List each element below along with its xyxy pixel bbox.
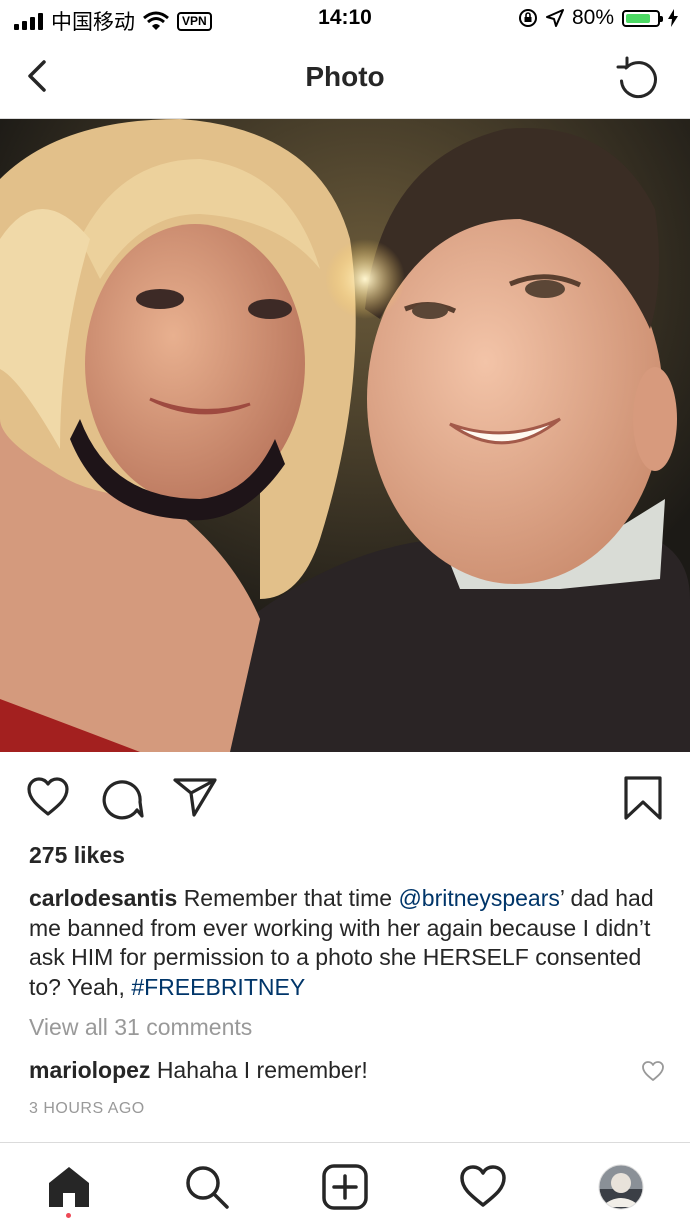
page-title: Photo [305, 61, 385, 92]
post-photo[interactable] [0, 119, 690, 752]
like-heart-icon[interactable] [26, 776, 70, 818]
view-all-comments-link[interactable]: View all 31 comments [29, 1014, 252, 1041]
comment-username[interactable]: mariolopez [29, 1057, 150, 1083]
bottom-tab-bar [0, 1142, 690, 1228]
comment-text: Hahaha I remember! [156, 1057, 368, 1083]
refresh-icon[interactable] [614, 54, 662, 102]
activity-heart-icon[interactable] [459, 1163, 507, 1211]
caption-username[interactable]: carlodesantis [29, 885, 177, 911]
charging-bolt-icon [668, 9, 678, 27]
likes-count[interactable]: 275 likes [29, 842, 125, 869]
home-icon[interactable] [45, 1163, 93, 1211]
save-bookmark-icon[interactable] [623, 776, 663, 820]
location-arrow-icon [545, 9, 564, 27]
profile-avatar[interactable] [597, 1163, 645, 1211]
comment-like-heart-icon[interactable] [641, 1060, 665, 1082]
search-icon[interactable] [183, 1163, 231, 1211]
post-timestamp: 3 HOURS AGO [29, 1100, 145, 1117]
post-actions [0, 772, 690, 822]
add-post-icon[interactable] [321, 1163, 369, 1211]
nav-bar: Photo [0, 38, 690, 119]
comment-icon[interactable] [100, 776, 144, 820]
home-active-dot [66, 1213, 71, 1218]
share-icon[interactable] [172, 776, 218, 818]
battery-percent: 80% [571, 6, 614, 29]
status-bar: 中国移动 VPN 14:10 80% [0, 0, 690, 38]
caption-hashtag[interactable]: #FREEBRITNEY [131, 974, 305, 1000]
battery-icon [622, 9, 663, 27]
comment-row: mariolopez Hahaha I remember! [29, 1057, 368, 1084]
orientation-lock-icon [518, 9, 537, 27]
status-right: 80% [518, 6, 678, 30]
post-caption: carlodesantis Remember that time @britne… [29, 884, 669, 1002]
caption-text-1: Remember that time [183, 885, 399, 911]
caption-mention[interactable]: @britneyspears [398, 885, 559, 911]
